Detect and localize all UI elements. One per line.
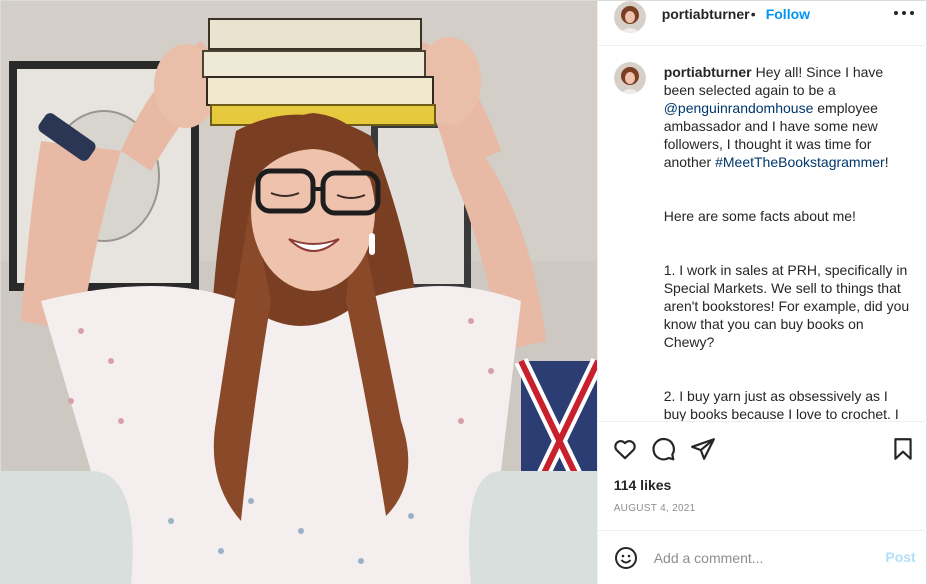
post-side-panel: portiabturner • Follow portiabturner Hey … xyxy=(596,1,927,584)
caption-scroll-area[interactable]: portiabturner Hey all! Since I have been … xyxy=(598,46,927,421)
mention-link[interactable]: @penguinrandomhouse xyxy=(664,100,814,116)
smiley-icon[interactable] xyxy=(614,546,638,570)
comment-input[interactable] xyxy=(653,548,874,568)
likes-count[interactable]: 114 likes xyxy=(614,477,672,493)
paper-plane-icon[interactable] xyxy=(690,436,716,462)
comment-bubble-icon[interactable] xyxy=(650,436,676,462)
instagram-post: portiabturner • Follow portiabturner Hey … xyxy=(0,0,927,584)
action-bar xyxy=(597,421,927,473)
post-header: portiabturner • Follow xyxy=(597,1,927,46)
header-username[interactable]: portiabturner xyxy=(662,6,750,22)
caption-username[interactable]: portiabturner xyxy=(664,64,752,80)
heart-icon[interactable] xyxy=(612,436,638,462)
caption-text: portiabturner Hey all! Since I have been … xyxy=(664,63,912,421)
post-image xyxy=(1,1,597,584)
comment-bar: Post xyxy=(597,530,927,584)
post-date: AUGUST 4, 2021 xyxy=(613,503,696,514)
post-photo xyxy=(1,1,597,584)
separator-dot: • xyxy=(750,6,756,22)
caption-intro-after: ! xyxy=(884,154,889,170)
caption-intro: portiabturner Hey all! Since I have been … xyxy=(664,63,912,171)
facts-heading: Here are some facts about me! xyxy=(663,208,856,224)
bookmark-icon[interactable] xyxy=(890,436,916,462)
more-options-icon[interactable] xyxy=(893,5,914,21)
fact-2: 2. I buy yarn just as obsessively as I b… xyxy=(663,388,899,421)
follow-button[interactable]: Follow xyxy=(766,6,810,22)
fact-1: 1. I work in sales at PRH, specifically … xyxy=(663,262,910,350)
hashtag-link[interactable]: #MeetTheBookstagrammer xyxy=(715,154,885,170)
post-button[interactable]: Post xyxy=(885,549,915,565)
caption-avatar[interactable] xyxy=(613,62,646,94)
avatar[interactable] xyxy=(613,1,646,33)
